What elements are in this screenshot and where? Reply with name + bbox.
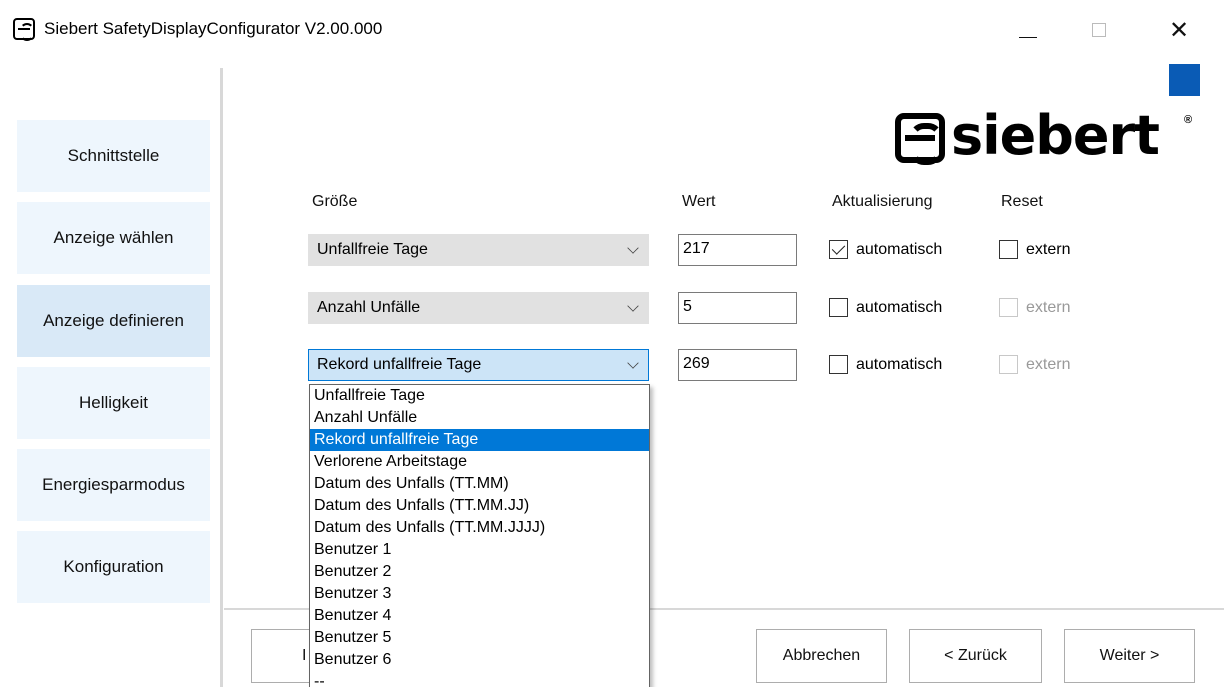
button-label: Weiter > — [1099, 647, 1160, 664]
sidebar: Schnittstelle Anzeige wählen Anzeige def… — [0, 60, 222, 687]
window-title: Siebert SafetyDisplayConfigurator V2.00.… — [44, 19, 383, 38]
checkbox-disabled-icon — [999, 355, 1018, 374]
app-icon — [13, 18, 35, 41]
reset-checkbox-1[interactable]: extern — [999, 240, 1070, 259]
dropdown-option[interactable]: Datum des Unfalls (TT.MM.JJ) — [310, 495, 649, 517]
button-label: Abbrechen — [782, 647, 861, 664]
sidebar-item-schnittstelle[interactable]: Schnittstelle — [17, 120, 210, 192]
minimize-icon — [1019, 36, 1037, 38]
maximize-button[interactable] — [1076, 10, 1122, 50]
wert-input-3[interactable]: 269 — [678, 349, 797, 381]
checkbox-label: extern — [1026, 298, 1071, 316]
logo-text: siebert — [951, 104, 1160, 167]
sidebar-divider — [220, 68, 223, 687]
groesse-dropdown-list[interactable]: Unfallfreie Tage Anzahl Unfälle Rekord u… — [309, 384, 650, 687]
groesse-select-3[interactable]: Rekord unfallfreie Tage — [308, 349, 649, 381]
auto-checkbox-1[interactable]: automatisch — [829, 240, 942, 259]
dropdown-option[interactable]: Anzahl Unfälle — [310, 407, 649, 429]
checkbox-label: automatisch — [856, 298, 943, 316]
wert-input-1[interactable]: 217 — [678, 234, 797, 266]
column-header-reset: Reset — [1001, 193, 1043, 210]
wert-input-2[interactable]: 5 — [678, 292, 797, 324]
sidebar-item-energiesparmodus[interactable]: Energiesparmodus — [17, 449, 210, 521]
reset-checkbox-2: extern — [999, 298, 1070, 317]
dropdown-option[interactable]: Datum des Unfalls (TT.MM.JJJJ) — [310, 517, 649, 539]
dropdown-option[interactable]: Benutzer 3 — [310, 583, 649, 605]
checkbox-icon[interactable] — [999, 240, 1018, 259]
select-value: Rekord unfallfreie Tage — [317, 356, 482, 373]
column-header-wert: Wert — [682, 193, 716, 210]
dropdown-option[interactable]: Benutzer 6 — [310, 649, 649, 671]
sidebar-item-konfiguration[interactable]: Konfiguration — [17, 531, 210, 603]
sidebar-item-label: Anzeige definieren — [43, 311, 184, 330]
title-bar: Siebert SafetyDisplayConfigurator V2.00.… — [0, 0, 1224, 60]
column-header-aktualisierung: Aktualisierung — [832, 193, 933, 210]
sidebar-item-label: Energiesparmodus — [42, 475, 185, 494]
dropdown-option[interactable]: Verlorene Arbeitstage — [310, 451, 649, 473]
checkbox-icon[interactable] — [829, 298, 848, 317]
checkbox-label: extern — [1026, 240, 1071, 258]
groesse-select-2[interactable]: Anzahl Unfälle — [308, 292, 649, 324]
checkbox-disabled-icon — [999, 298, 1018, 317]
checkbox-checked-icon[interactable] — [829, 240, 848, 259]
sidebar-item-label: Konfiguration — [63, 557, 164, 576]
chevron-down-icon — [627, 357, 639, 369]
chevron-down-icon — [627, 242, 639, 254]
dropdown-option[interactable]: Benutzer 5 — [310, 627, 649, 649]
zurueck-button[interactable]: < Zurück — [909, 629, 1042, 683]
select-value: Unfallfreie Tage — [317, 241, 428, 258]
checkbox-label: extern — [1026, 355, 1071, 373]
dropdown-option[interactable]: Datum des Unfalls (TT.MM) — [310, 473, 649, 495]
sidebar-item-label: Anzeige wählen — [53, 228, 174, 247]
checkbox-icon[interactable] — [829, 355, 848, 374]
button-label: I — [302, 647, 307, 664]
checkbox-label: automatisch — [856, 240, 943, 258]
dropdown-option[interactable]: Unfallfreie Tage — [310, 385, 649, 407]
chevron-down-icon — [627, 300, 639, 312]
abbrechen-button[interactable]: Abbrechen — [756, 629, 887, 683]
dropdown-option[interactable]: Benutzer 1 — [310, 539, 649, 561]
button-label: < Zurück — [944, 647, 1007, 664]
checkbox-label: automatisch — [856, 355, 943, 373]
logo-registered: ® — [1184, 114, 1193, 126]
sidebar-item-helligkeit[interactable]: Helligkeit — [17, 367, 210, 439]
reset-checkbox-3: extern — [999, 355, 1070, 374]
column-header-groesse: Größe — [312, 193, 358, 210]
siebert-logo: siebert ® — [895, 104, 1195, 170]
maximize-icon — [1092, 23, 1106, 37]
sidebar-item-anzeige-waehlen[interactable]: Anzeige wählen — [17, 202, 210, 274]
status-indicator — [1169, 64, 1200, 96]
sidebar-item-label: Helligkeit — [79, 393, 148, 412]
dropdown-option-selected[interactable]: Rekord unfallfreie Tage — [310, 429, 649, 451]
auto-checkbox-3[interactable]: automatisch — [829, 355, 942, 374]
select-value: Anzahl Unfälle — [317, 299, 421, 316]
dropdown-option[interactable]: Benutzer 2 — [310, 561, 649, 583]
close-icon: ✕ — [1168, 16, 1190, 44]
dropdown-option[interactable]: -- — [310, 671, 649, 687]
auto-checkbox-2[interactable]: automatisch — [829, 298, 942, 317]
sidebar-item-anzeige-definieren[interactable]: Anzeige definieren — [17, 285, 210, 357]
groesse-select-1[interactable]: Unfallfreie Tage — [308, 234, 649, 266]
dropdown-option[interactable]: Benutzer 4 — [310, 605, 649, 627]
minimize-button[interactable] — [1005, 10, 1051, 50]
sidebar-item-label: Schnittstelle — [67, 146, 160, 165]
weiter-button[interactable]: Weiter > — [1064, 629, 1195, 683]
close-button[interactable]: ✕ — [1156, 10, 1202, 50]
siebert-logo-icon — [895, 113, 945, 165]
